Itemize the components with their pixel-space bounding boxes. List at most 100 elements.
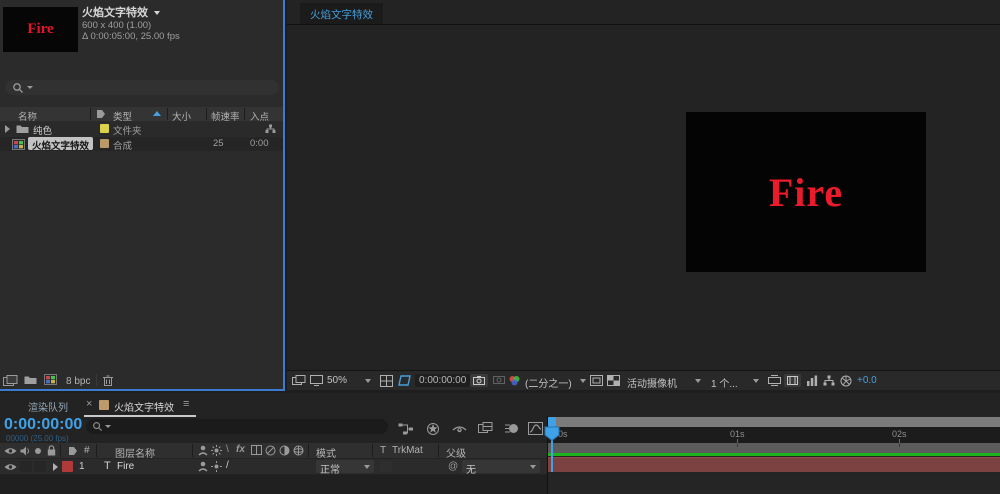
view-layout-select[interactable]: 1 个...: [711, 375, 738, 390]
col-parent[interactable]: 父级: [446, 445, 466, 460]
trash-icon[interactable]: [103, 375, 113, 386]
transparency-grid-icon[interactable]: [607, 375, 620, 386]
motion-blur-icon[interactable]: [505, 422, 519, 435]
layer-label-swatch-red[interactable]: [62, 461, 73, 472]
search-options-icon[interactable]: [27, 86, 33, 89]
frame-blend-switch-icon[interactable]: [251, 445, 262, 455]
adjustment-layer-switch-icon[interactable]: [279, 445, 290, 456]
current-timecode[interactable]: 0:00:00:00: [4, 416, 82, 434]
playhead-handle[interactable]: [544, 426, 560, 441]
col-size[interactable]: 大小: [172, 109, 191, 123]
tab-composition-viewer[interactable]: 火焰文字特效: [300, 3, 383, 24]
timeline-ram-preview-icon[interactable]: [806, 375, 818, 386]
layer-row[interactable]: 1 T Fire / 正常 @ 无: [0, 459, 547, 476]
audio-icon[interactable]: [20, 446, 30, 456]
folder-name[interactable]: 纯色: [33, 123, 52, 137]
project-item-title[interactable]: 火焰文字特效: [82, 4, 161, 20]
layer-name[interactable]: Fire: [117, 461, 134, 472]
label-column-icon[interactable]: [96, 109, 106, 119]
show-snapshot-icon[interactable]: [493, 375, 505, 385]
parent-pickwhip-icon[interactable]: @: [448, 461, 458, 472]
col-type[interactable]: 类型: [113, 109, 132, 123]
composition-name-selected[interactable]: 火焰文字特效: [28, 137, 94, 152]
layer-expand-arrow-icon[interactable]: [53, 463, 58, 471]
layer-duration-bar[interactable]: [548, 457, 1000, 472]
pixel-aspect-correction-box[interactable]: [784, 374, 801, 387]
exposure-value[interactable]: +0.0: [857, 375, 877, 386]
col-trkmat[interactable]: TrkMat: [392, 445, 423, 456]
snapshot-button-box[interactable]: [470, 374, 488, 387]
project-search-input[interactable]: [5, 80, 279, 95]
col-inpoint[interactable]: 入点: [250, 109, 269, 123]
col-mode[interactable]: 模式: [316, 445, 336, 460]
parent-select[interactable]: 无: [462, 460, 540, 476]
search-options-icon[interactable]: [105, 425, 111, 428]
label-swatch-yellow[interactable]: [100, 124, 109, 133]
mini-flowchart-icon[interactable]: [398, 423, 414, 435]
label-column-icon[interactable]: [68, 446, 78, 456]
col-name[interactable]: 名称: [18, 109, 37, 123]
collapse-transformations-icon[interactable]: [211, 445, 222, 456]
resolution-select[interactable]: (二分之一): [525, 375, 572, 390]
col-t[interactable]: T: [380, 445, 386, 456]
tab-close-icon[interactable]: ×: [86, 398, 92, 410]
target-region-icon[interactable]: [590, 375, 603, 386]
channel-colors-icon[interactable]: [508, 375, 521, 387]
viewer-timecode[interactable]: 0:00:00:00: [415, 374, 471, 387]
camera-caret-icon[interactable]: [695, 379, 701, 383]
layer-visibility-eye-icon[interactable]: [4, 463, 17, 471]
resolution-caret-icon[interactable]: [580, 379, 586, 383]
grid-guides-icon[interactable]: [380, 375, 393, 387]
motion-blur-switch-icon[interactable]: [265, 445, 276, 456]
trkmat-empty-box[interactable]: [380, 461, 392, 472]
solo-icon[interactable]: [35, 448, 41, 454]
expand-arrow-icon[interactable]: [5, 125, 10, 133]
work-area-bar[interactable]: [548, 443, 1000, 453]
tab-render-queue[interactable]: 渲染队列: [28, 399, 68, 414]
solo-toggle-empty[interactable]: [34, 461, 46, 472]
effects-switch-icon[interactable]: fx: [236, 444, 245, 455]
always-preview-icon[interactable]: [292, 375, 306, 386]
layer-shy-icon[interactable]: [198, 461, 208, 472]
quality-switch-icon[interactable]: \: [226, 444, 229, 455]
shy-switch-icon[interactable]: [198, 445, 208, 456]
tab-composition[interactable]: 火焰文字特效: [114, 399, 174, 414]
timeline-search-input[interactable]: [86, 419, 388, 434]
video-eye-icon[interactable]: [4, 447, 17, 455]
col-framerate[interactable]: 帧速率: [211, 109, 240, 123]
lock-icon[interactable]: [47, 445, 56, 456]
primary-viewer-icon[interactable]: [310, 375, 323, 386]
new-folder-icon[interactable]: [24, 375, 37, 385]
camera-view-select[interactable]: 活动摄像机: [627, 375, 677, 390]
tab-menu-icon[interactable]: ≡: [183, 398, 189, 410]
hide-shy-layers-icon[interactable]: [452, 422, 467, 436]
title-dropdown-icon[interactable]: [154, 11, 161, 16]
three-d-switch-icon[interactable]: [293, 445, 304, 456]
share-view-icon[interactable]: [768, 375, 781, 386]
bit-depth-button[interactable]: 8 bpc: [66, 376, 90, 387]
zoom-caret-icon[interactable]: [365, 379, 371, 383]
timeline-horizontal-scrollbar[interactable]: [548, 417, 1000, 427]
sort-ascending-icon[interactable]: [153, 111, 161, 116]
col-number[interactable]: #: [84, 445, 90, 456]
new-composition-icon[interactable]: [44, 374, 57, 385]
interpret-footage-icon[interactable]: [3, 375, 18, 386]
flowchart-icon[interactable]: [823, 375, 835, 386]
blend-mode-select[interactable]: 正常: [316, 460, 374, 476]
frame-blending-icon[interactable]: [478, 422, 493, 435]
time-ruler[interactable]: 0s 01s 02s: [548, 427, 1000, 443]
table-row-composition[interactable]: 火焰文字特效 合成 25 0:00: [0, 137, 283, 152]
layer-collapse-icon[interactable]: [211, 461, 222, 472]
views-caret-icon[interactable]: [753, 379, 759, 383]
exposure-aperture-icon[interactable]: [840, 375, 852, 387]
graph-editor-icon[interactable]: [528, 422, 543, 435]
draft-3d-icon[interactable]: [426, 422, 440, 436]
zoom-select[interactable]: 50%: [327, 375, 347, 386]
audio-toggle-empty[interactable]: [20, 461, 32, 472]
table-row-folder[interactable]: 纯色 文件夹: [0, 122, 283, 137]
col-layer-name[interactable]: 图层名称: [115, 445, 155, 460]
label-swatch-tan[interactable]: [100, 139, 109, 148]
region-of-interest-icon[interactable]: [398, 375, 412, 386]
composition-canvas[interactable]: Fire: [686, 112, 926, 272]
layer-quality-icon[interactable]: /: [226, 460, 229, 471]
